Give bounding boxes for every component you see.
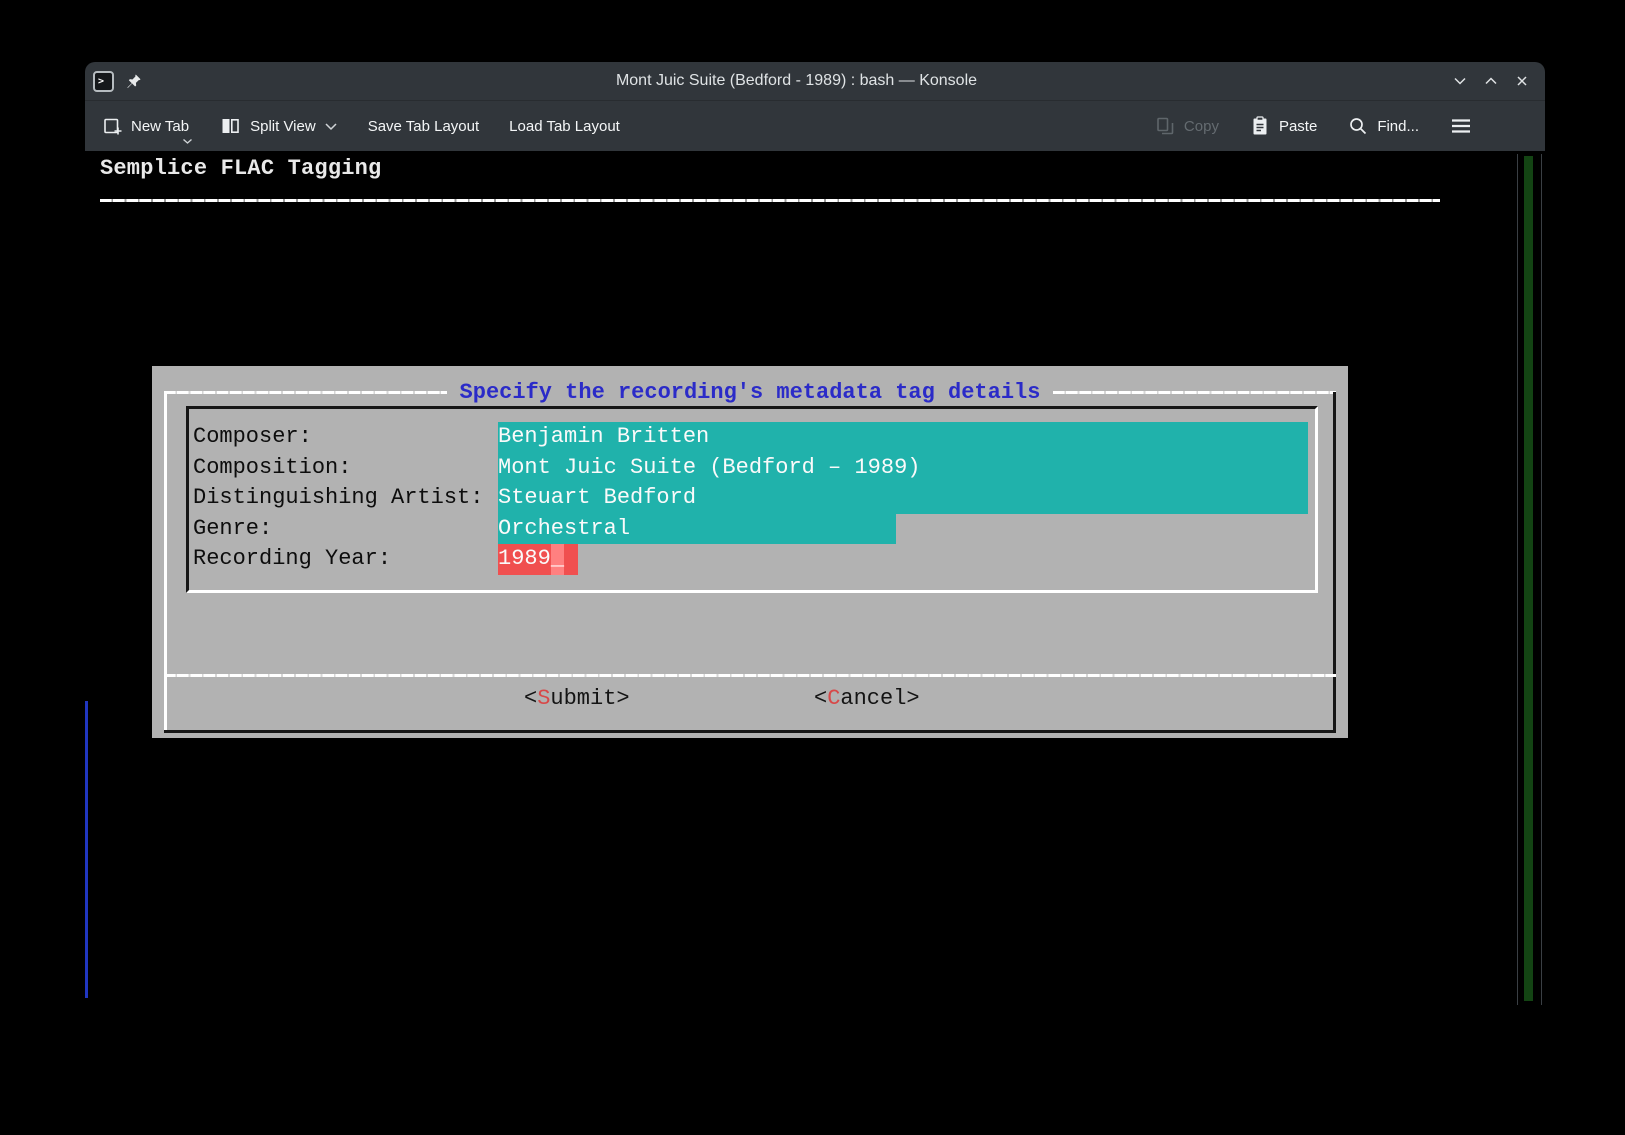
scrollbar-thumb[interactable] <box>1524 156 1533 1001</box>
form-row-composer: Composer: Benjamin Britten <box>193 422 1315 453</box>
close-icon close-button[interactable] <box>1513 72 1531 90</box>
submit-label-rest: ubmit <box>550 686 616 711</box>
toolbar: New Tab Split View Save Tab Layout Load … <box>85 100 1545 151</box>
text-cursor: _ <box>551 544 564 575</box>
dialog-title-row: Specify the recording's metadata tag det… <box>164 378 1336 406</box>
paste-label: Paste <box>1279 118 1317 135</box>
window-right-edge <box>1541 154 1542 1005</box>
header-underline <box>100 199 1440 202</box>
new-tab-button[interactable]: New Tab <box>101 115 189 137</box>
cancel-bracket-open: < <box>814 686 827 711</box>
form-row-recording-year: Recording Year: 1989_ <box>193 544 1315 575</box>
split-view-button[interactable]: Split View <box>219 115 338 137</box>
metadata-dialog: Specify the recording's metadata tag det… <box>152 366 1348 738</box>
chevron-down-icon minimize-button[interactable] <box>1451 72 1469 90</box>
submit-bracket-open: < <box>524 686 537 711</box>
menu-button[interactable] <box>1449 116 1473 136</box>
window-title: Mont Juic Suite (Bedford - 1989) : bash … <box>142 72 1451 90</box>
dialog-border-left <box>164 392 167 730</box>
search-icon <box>1347 115 1369 137</box>
terminal-screen[interactable]: Semplice FLAC Tagging Specify the record… <box>85 152 1545 1007</box>
app-icon[interactable]: > <box>93 71 114 92</box>
new-tab-label: New Tab <box>131 118 189 135</box>
cancel-button[interactable]: <Cancel> <box>814 683 920 714</box>
terminal-app-title: Semplice FLAC Tagging <box>100 156 381 181</box>
submit-bracket-close: > <box>616 686 629 711</box>
split-view-icon <box>219 115 242 137</box>
distinguishing-artist-label: Distinguishing Artist: <box>193 483 498 514</box>
load-tab-layout-button[interactable]: Load Tab Layout <box>509 118 620 135</box>
hamburger-menu-icon <box>1449 116 1473 136</box>
composer-label: Composer: <box>193 422 498 453</box>
form-row-genre: Genre: Orchestral <box>193 514 1315 545</box>
save-tab-layout-label: Save Tab Layout <box>368 118 479 135</box>
recording-year-value: 1989 <box>498 546 551 571</box>
chevron-down-icon <box>324 122 338 131</box>
button-row-separator <box>164 674 1336 677</box>
composition-label: Composition: <box>193 453 498 484</box>
form-row-composition: Composition: Mont Juic Suite (Bedford – … <box>193 453 1315 484</box>
pin-icon[interactable] <box>125 73 142 90</box>
load-tab-layout-label: Load Tab Layout <box>509 118 620 135</box>
cancel-label-rest: ancel <box>840 686 906 711</box>
split-view-label: Split View <box>250 118 316 135</box>
copy-label: Copy <box>1184 118 1219 135</box>
chevron-down-icon <box>182 138 193 145</box>
composition-field[interactable]: Mont Juic Suite (Bedford – 1989) <box>498 453 1308 484</box>
composer-field[interactable]: Benjamin Britten <box>498 422 1308 453</box>
scrollbar-track-border <box>1517 154 1518 1005</box>
konsole-window: > Mont Juic Suite (Bedford - 1989) : bas… <box>85 62 1545 1007</box>
distinguishing-artist-field[interactable]: Steuart Bedford <box>498 483 1308 514</box>
genre-field[interactable]: Orchestral <box>498 514 896 545</box>
dialog-title: Specify the recording's metadata tag det… <box>447 380 1054 405</box>
left-edge-accent-line <box>85 701 88 998</box>
submit-button[interactable]: <Submit> <box>524 683 630 714</box>
form-row-distinguishing-artist: Distinguishing Artist: Steuart Bedford <box>193 483 1315 514</box>
paste-icon <box>1249 115 1271 137</box>
cancel-bracket-close: > <box>906 686 919 711</box>
save-tab-layout-button[interactable]: Save Tab Layout <box>368 118 479 135</box>
dialog-border-bottom <box>164 730 1336 733</box>
new-tab-icon <box>101 115 123 137</box>
dialog-border-top-right <box>1053 391 1336 394</box>
submit-hotkey: S <box>537 686 550 711</box>
recording-year-label: Recording Year: <box>193 544 498 575</box>
dialog-border-top-left <box>164 391 447 394</box>
metadata-form: Composer: Benjamin Britten Composition: … <box>186 406 1318 593</box>
paste-button[interactable]: Paste <box>1249 115 1317 137</box>
copy-button[interactable]: Copy <box>1154 115 1219 137</box>
titlebar: > Mont Juic Suite (Bedford - 1989) : bas… <box>85 62 1545 100</box>
recording-year-field[interactable]: 1989_ <box>498 544 578 575</box>
cancel-hotkey: C <box>827 686 840 711</box>
dialog-border-right <box>1333 392 1336 730</box>
find-label: Find... <box>1377 118 1419 135</box>
genre-label: Genre: <box>193 514 498 545</box>
chevron-up-icon maximize-button[interactable] <box>1482 72 1500 90</box>
find-button[interactable]: Find... <box>1347 115 1419 137</box>
copy-icon <box>1154 115 1176 137</box>
